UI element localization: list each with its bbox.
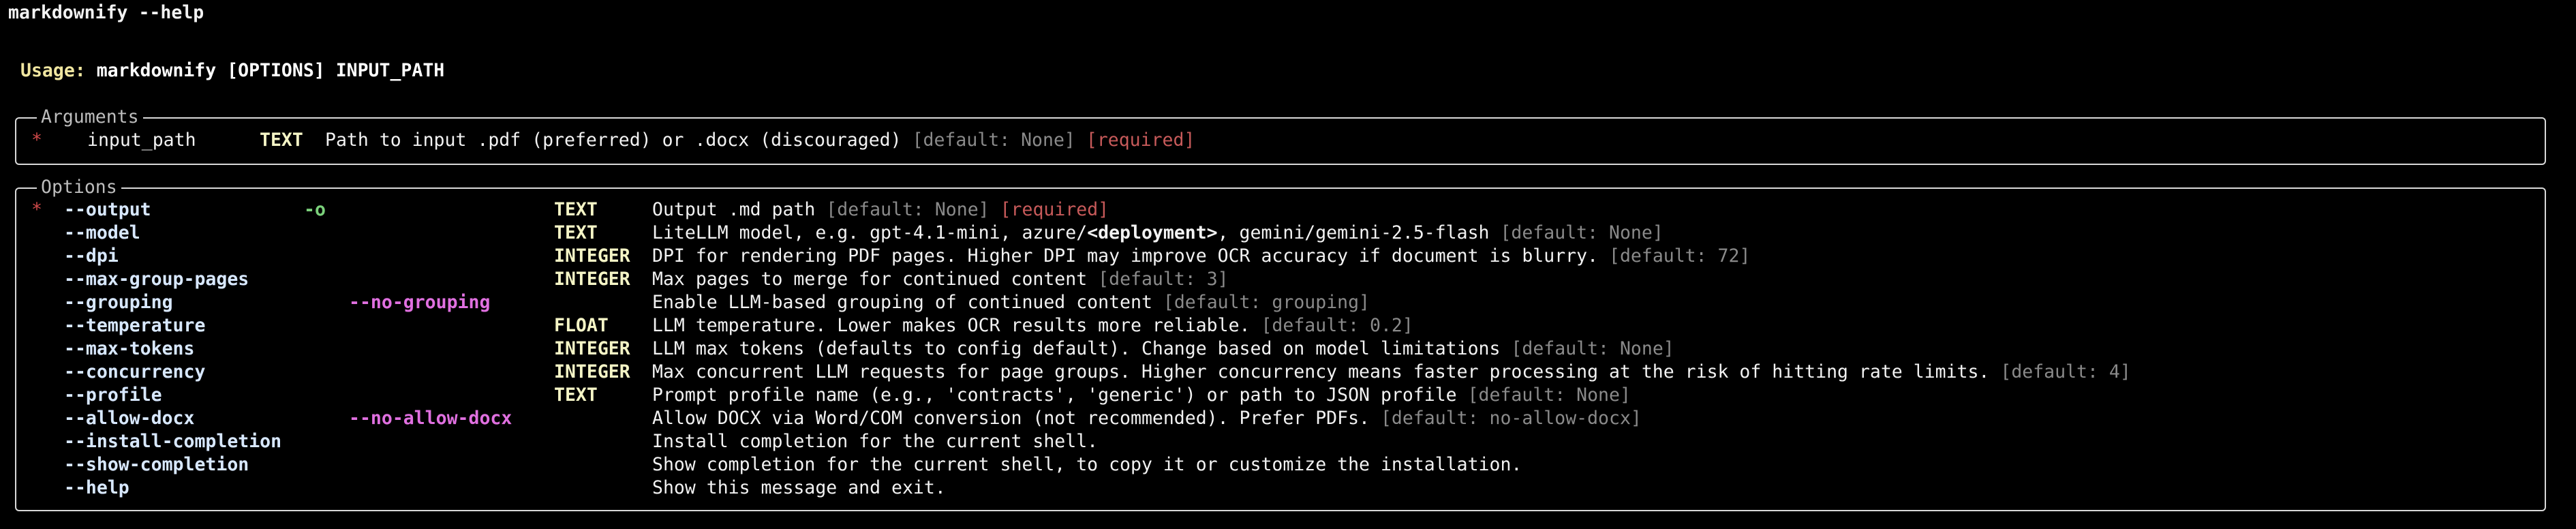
option-description: Allow DOCX via Word/COM conversion (not …: [652, 408, 1370, 429]
option-description: Install completion for the current shell…: [652, 431, 1099, 452]
option-row: --max-group-pages INTEGER Max pages to mer…: [31, 268, 2526, 291]
option-type: INTEGER: [554, 361, 630, 382]
option-help: Install completion for the current shell…: [652, 430, 1098, 453]
option-name: --temperature: [64, 315, 206, 336]
option-name: --max-tokens: [64, 338, 195, 359]
option-type: TEXT: [554, 199, 598, 220]
option-description: LLM temperature. Lower makes OCR results…: [652, 315, 1251, 336]
required-marker: *: [31, 199, 42, 220]
option-row: --grouping --no-grouping Enable LLM-based …: [31, 291, 2526, 314]
command-prompt: markdownify --help: [8, 2, 204, 23]
option-name: --install-completion: [64, 431, 282, 452]
option-default: [default: 3]: [1098, 269, 1229, 290]
option-help: LLM temperature. Lower makes OCR results…: [652, 314, 1413, 337]
option-default: [default: 4]: [2000, 361, 2131, 382]
option-negation-flag: --no-allow-docx: [349, 408, 512, 429]
option-row: --dpi INTEGER DPI for rendering PDF pages.…: [31, 245, 2526, 268]
option-row: * --output -o TEXT Output .md path [default:…: [31, 198, 2526, 222]
option-description: Prompt profile name (e.g., 'contracts', …: [652, 384, 1457, 406]
option-row: --profile TEXT Prompt profile name (e.g., …: [31, 384, 2526, 407]
arguments-panel-title: Arguments: [37, 107, 143, 127]
option-description: Output .md path: [652, 199, 816, 220]
argument-name: input_path: [87, 130, 196, 151]
usage-line: Usage: markdownify [OPTIONS] INPUT_PATH: [20, 59, 444, 82]
option-help: LLM max tokens (defaults to config defau…: [652, 337, 1674, 361]
argument-default: [default: None]: [912, 130, 1075, 151]
option-description-part: , gemini/gemini-2.5-flash: [1217, 222, 1490, 243]
argument-description: Path to input .pdf (preferred) or .docx …: [325, 130, 902, 151]
option-help: Prompt profile name (e.g., 'contracts', …: [652, 384, 1631, 407]
option-name: --concurrency: [64, 361, 206, 382]
option-description: Show this message and exit.: [652, 477, 946, 498]
option-default: [default: None]: [1500, 222, 1663, 243]
option-row: --concurrency INTEGER Max concurrent LLM r…: [31, 361, 2526, 384]
option-default: [default: None]: [826, 199, 990, 220]
argument-required: [required]: [1086, 130, 1195, 151]
option-row: --temperature FLOAT LLM temperature. Lower…: [31, 314, 2526, 337]
option-row: --allow-docx --no-allow-docx Allow DOCX vi…: [31, 407, 2526, 430]
argument-type: TEXT: [260, 130, 303, 151]
option-row: --help Show this message and exit.: [31, 477, 2526, 500]
option-help: Max pages to merge for continued content…: [652, 268, 1229, 291]
option-name: --dpi: [64, 245, 119, 267]
option-description: Max pages to merge for continued content: [652, 269, 1088, 290]
option-description: Show completion for the current shell, t…: [652, 454, 1522, 475]
option-description-part: <deployment>: [1087, 222, 1218, 243]
option-default: [default: None]: [1511, 338, 1674, 359]
option-type: TEXT: [554, 384, 598, 406]
option-name: --grouping: [64, 292, 173, 313]
option-row: --max-tokens INTEGER LLM max tokens (defau…: [31, 337, 2526, 361]
option-help: Max concurrent LLM requests for page gro…: [652, 361, 2131, 384]
option-name: --show-completion: [64, 454, 249, 475]
option-negation-flag: --no-grouping: [349, 292, 491, 313]
required-marker: *: [31, 130, 42, 151]
option-help: LiteLLM model, e.g. gpt-4.1-mini, azure/…: [652, 222, 1663, 245]
usage-text: markdownify [OPTIONS] INPUT_PATH: [96, 60, 445, 81]
option-row: --model TEXT LiteLLM model, e.g. gpt-4.1-m…: [31, 222, 2526, 245]
option-help: Show completion for the current shell, t…: [652, 453, 1522, 477]
option-name: --allow-docx: [64, 408, 195, 429]
option-help: DPI for rendering PDF pages. Higher DPI …: [652, 245, 1750, 268]
option-name: --profile: [64, 384, 162, 406]
usage-label: Usage:: [20, 60, 86, 81]
option-row: --show-completion Show completion for the…: [31, 453, 2526, 477]
option-name: --max-group-pages: [64, 269, 249, 290]
option-type: TEXT: [554, 222, 598, 243]
option-type: INTEGER: [554, 269, 630, 290]
option-help: Enable LLM-based grouping of continued c…: [652, 291, 1370, 314]
option-description: Enable LLM-based grouping of continued c…: [652, 292, 1152, 313]
options-panel-title: Options: [37, 177, 121, 198]
option-description: LLM max tokens (defaults to config defau…: [652, 338, 1501, 359]
option-short-flag: -o: [304, 199, 326, 220]
argument-row-input-path: * input_path TEXT Path to input .pdf (prefe…: [31, 129, 1195, 152]
option-default: [default: 0.2]: [1261, 315, 1413, 336]
option-default: [default: grouping]: [1163, 292, 1370, 313]
option-row: --install-completion Install completion f…: [31, 430, 2526, 453]
option-name: --help: [64, 477, 129, 498]
option-help: Allow DOCX via Word/COM conversion (not …: [652, 407, 1642, 430]
option-required: [required]: [1000, 199, 1109, 220]
option-name: --model: [64, 222, 140, 243]
option-type: INTEGER: [554, 338, 630, 359]
option-help: Output .md path [default: None] [require…: [652, 198, 1109, 222]
option-type: INTEGER: [554, 245, 630, 267]
option-description: DPI for rendering PDF pages. Higher DPI …: [652, 245, 1599, 267]
option-description: Max concurrent LLM requests for page gro…: [652, 361, 1990, 382]
option-description-part: LiteLLM model, e.g. gpt-4.1-mini, azure/: [652, 222, 1088, 243]
option-default: [default: None]: [1467, 384, 1631, 406]
option-name: --output: [64, 199, 151, 220]
option-default: [default: no-allow-docx]: [1380, 408, 1642, 429]
option-help: Show this message and exit.: [652, 477, 946, 500]
option-default: [default: 72]: [1609, 245, 1751, 267]
option-type: FLOAT: [554, 315, 609, 336]
